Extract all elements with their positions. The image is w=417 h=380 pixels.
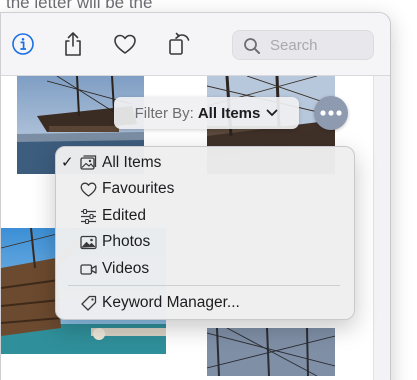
menu-item-label: Edited — [102, 207, 146, 224]
info-circle-icon[interactable] — [10, 31, 36, 57]
filter-by-button[interactable]: Filter By: All Items — [114, 97, 299, 129]
filter-menu: ✓ All Items Favourites Edited Photos Vid… — [55, 146, 355, 320]
video-icon — [80, 261, 97, 278]
sliders-icon — [80, 208, 97, 225]
photo-icon — [80, 234, 97, 251]
search-placeholder: Search — [270, 37, 318, 54]
scrollbar[interactable] — [373, 76, 390, 380]
more-options-button[interactable] — [314, 96, 348, 130]
search-field[interactable]: Search — [232, 30, 374, 60]
screen: the letter will be the Search Filter By:… — [0, 0, 417, 380]
heart-icon[interactable] — [112, 31, 138, 57]
menu-item-label: Videos — [102, 260, 150, 277]
ellipsis-icon — [320, 110, 342, 116]
menu-item-label: Keyword Manager... — [102, 294, 240, 311]
photo-thumbnail[interactable] — [207, 328, 335, 376]
tag-icon — [80, 295, 97, 312]
menu-item-label: Photos — [102, 233, 151, 250]
menu-item-photos[interactable]: Photos — [56, 230, 354, 256]
menu-item-label: All Items — [102, 154, 162, 171]
menu-item-keyword-manager[interactable]: Keyword Manager... — [56, 291, 354, 317]
checkmark-icon: ✓ — [61, 154, 74, 171]
filter-value: All Items — [197, 104, 261, 122]
search-icon — [243, 37, 261, 60]
menu-separator — [68, 285, 340, 286]
menu-item-favourites[interactable]: Favourites — [56, 177, 354, 203]
heart-icon — [80, 181, 97, 198]
menu-item-edited[interactable]: Edited — [56, 204, 354, 230]
toolbar: Search — [1, 13, 390, 76]
share-icon[interactable] — [60, 31, 86, 57]
rotate-icon[interactable] — [167, 31, 193, 57]
menu-item-videos[interactable]: Videos — [56, 257, 354, 283]
chevron-down-icon — [266, 109, 278, 117]
menu-item-label: Favourites — [102, 180, 175, 197]
menu-item-all-items[interactable]: ✓ All Items — [56, 151, 354, 177]
filter-label: Filter By: — [134, 104, 194, 122]
photo-library-icon — [80, 155, 97, 172]
